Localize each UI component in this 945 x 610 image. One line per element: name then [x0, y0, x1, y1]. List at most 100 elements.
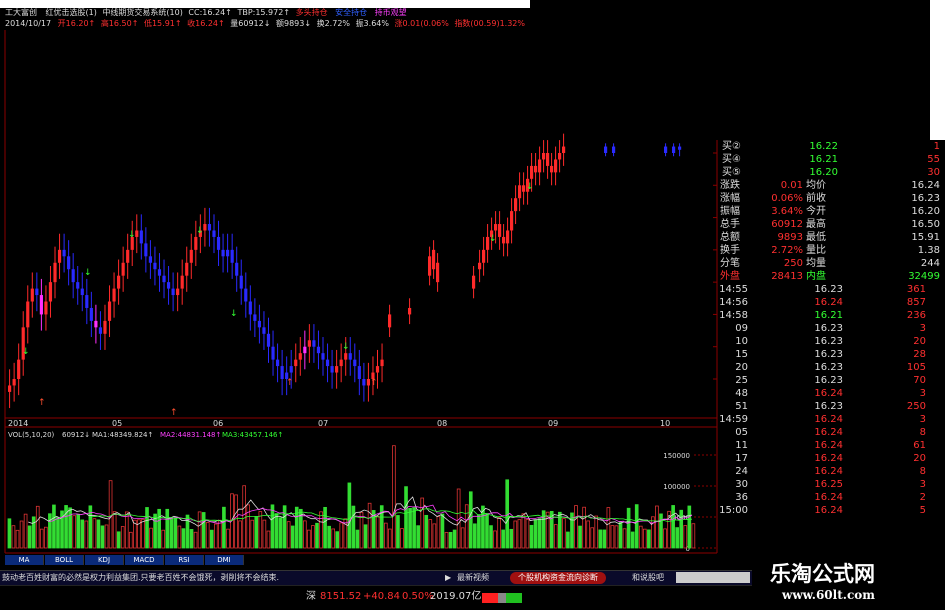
video-icon[interactable]: ▶	[445, 571, 451, 585]
candlestick	[130, 220, 134, 266]
sell-arrow-marker: ↑	[286, 378, 294, 388]
tick-row-cell: 3	[919, 388, 926, 399]
news-video-link[interactable]: 最新视频	[457, 571, 489, 585]
stat-row-cell: 3.64%	[771, 206, 803, 217]
tick-row-cell: 17	[735, 453, 748, 464]
candlestick	[153, 246, 157, 286]
candlestick	[207, 207, 212, 247]
volume-bar	[193, 531, 198, 549]
volume-bar	[335, 531, 340, 549]
status-input-box[interactable]	[676, 572, 750, 583]
tick-row: 14:58 16.21 236	[718, 309, 943, 322]
volume-bar	[655, 505, 659, 549]
candlestick	[316, 330, 321, 370]
candlestick	[562, 133, 566, 166]
volume-bar	[116, 531, 121, 549]
candle-body	[35, 288, 39, 296]
kline-chart[interactable]: 15.5015.0014.5014.0013.5013.0012.5012.00…	[0, 0, 720, 560]
candlestick	[80, 272, 84, 312]
candlestick	[89, 291, 93, 338]
candle-body	[157, 269, 162, 276]
tick-row-cell: 16.24	[814, 492, 843, 503]
buy-arrow-marker: ↓	[84, 268, 92, 278]
candlestick	[71, 253, 75, 299]
volume-bar	[420, 497, 425, 549]
stat-row: 涨跌 0.01 均价 16.24	[718, 179, 943, 192]
candlestick	[408, 298, 412, 325]
candle-body	[534, 165, 538, 173]
stat-row-cell: 244	[920, 258, 940, 269]
volume-bar	[618, 521, 623, 549]
tab-macd[interactable]: MACD	[125, 555, 164, 565]
volume-bar	[562, 518, 566, 549]
volume-bar	[201, 512, 206, 549]
volume-bar	[315, 522, 319, 549]
forum-link[interactable]: 和说股吧	[632, 571, 664, 585]
tick-row-cell: 16.24	[814, 440, 843, 451]
candle-body	[436, 262, 440, 283]
candlestick	[388, 304, 392, 338]
candlestick	[330, 349, 334, 389]
tick-row-cell: 16.24	[814, 388, 843, 399]
tab-kdj[interactable]: KDJ	[85, 555, 124, 565]
tab-ma[interactable]: MA	[5, 555, 44, 565]
candle-body	[98, 327, 103, 334]
volume-bar	[52, 504, 56, 549]
volume-bar	[76, 513, 81, 549]
candlestick	[30, 272, 34, 318]
candle-body	[612, 146, 616, 153]
candlestick	[12, 362, 16, 402]
candle-body	[344, 353, 348, 360]
stat-row-cell: 16.24	[911, 180, 940, 191]
tick-row-cell: 61	[913, 440, 926, 451]
candle-body	[380, 359, 384, 367]
volume-bar	[218, 519, 222, 549]
candlestick	[550, 153, 554, 186]
volume-bar	[120, 526, 125, 549]
vol-tick-label: 100000	[663, 483, 690, 491]
tick-row-cell: 857	[906, 297, 926, 308]
tick-row-cell: 250	[906, 401, 926, 412]
volume-bar	[56, 516, 60, 549]
candlestick	[244, 272, 248, 318]
tick-row-cell: 51	[735, 401, 748, 412]
volume-bar	[266, 530, 271, 549]
volume-bar	[205, 522, 210, 549]
candlestick	[266, 317, 271, 363]
tab-rsi[interactable]: RSI	[165, 555, 204, 565]
volume-bar	[497, 517, 501, 549]
tick-row-cell: 16.23	[814, 401, 843, 412]
tick-row-cell: 14:59	[719, 414, 748, 425]
outer-inner-row-cell: 32499	[908, 271, 940, 282]
candle-body	[298, 353, 302, 360]
volume-bar	[574, 505, 578, 549]
candlestick	[604, 143, 608, 157]
candle-body	[262, 327, 266, 334]
candlestick	[353, 343, 357, 383]
candle-body	[321, 353, 325, 360]
tab-boll[interactable]: BOLL	[45, 555, 84, 565]
candlestick	[371, 356, 375, 396]
news-ticker[interactable]: 鼓动老百姓财富的必然是权力利益集团.只要老百姓不会饿死，剥削将不会结束.	[2, 571, 279, 585]
volume-bar	[238, 520, 242, 549]
bid-row-cell: 30	[927, 167, 940, 178]
tick-row-cell: 3	[919, 323, 926, 334]
tab-dmi[interactable]: DMI	[205, 555, 244, 565]
candle-body	[546, 153, 550, 166]
volume-bar	[529, 524, 534, 549]
volume-bar	[634, 504, 639, 549]
candlestick	[139, 214, 143, 260]
stat-row-cell: 今开	[806, 206, 826, 217]
candlestick	[275, 343, 280, 383]
bid-row: 买⑤ 16.20 30	[718, 166, 943, 179]
watermark-logo: 乐淘公式网 www.60lt.com	[752, 550, 945, 609]
volume-bar	[213, 523, 218, 549]
volume-bar	[104, 524, 109, 549]
candle-body	[144, 243, 148, 257]
candle-body	[510, 211, 514, 231]
volume-bar	[388, 528, 392, 549]
volume-bar	[473, 523, 477, 549]
promo-button[interactable]: 个股机构资金流向诊断	[510, 572, 606, 584]
volume-bar	[464, 504, 469, 549]
candlestick	[546, 140, 550, 179]
